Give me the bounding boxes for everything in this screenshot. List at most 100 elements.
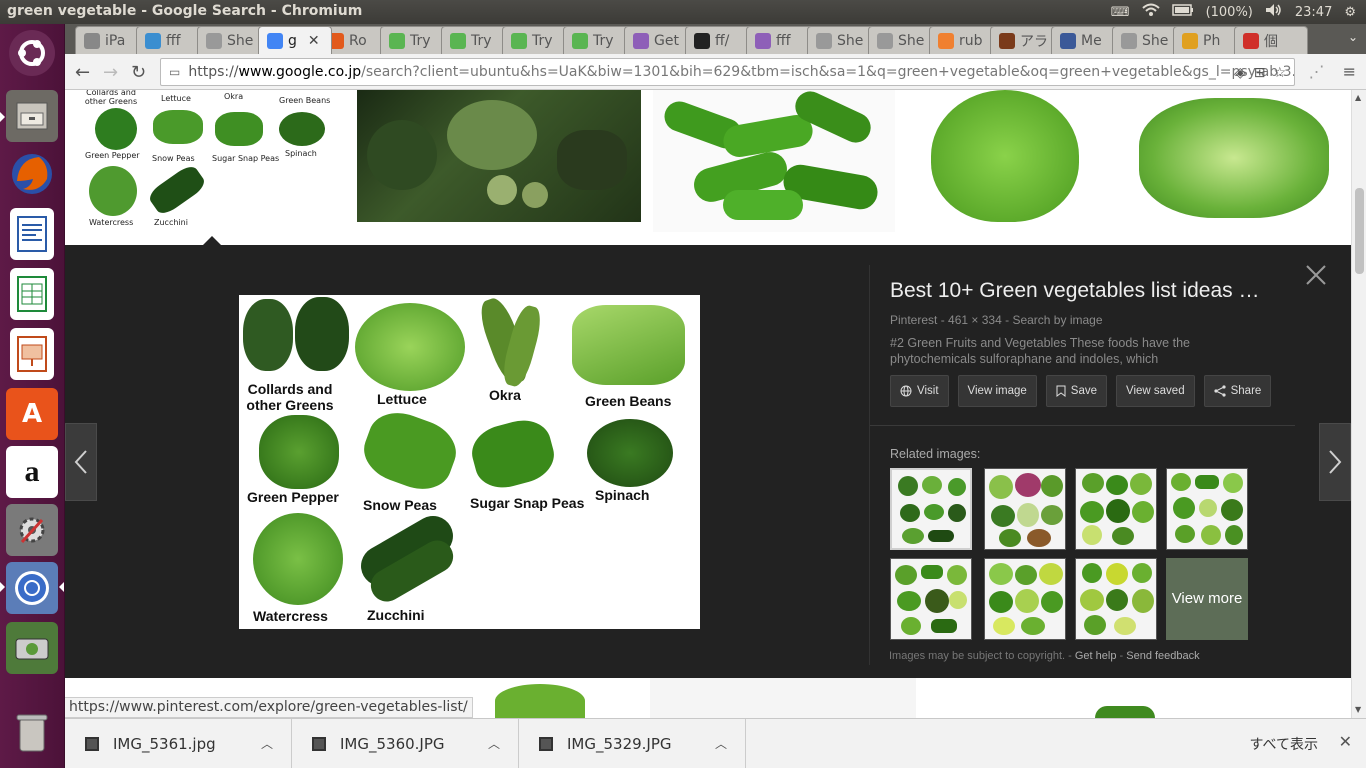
tab-favicon-icon xyxy=(1060,32,1076,49)
amazon-icon[interactable]: a xyxy=(6,446,58,498)
toolbar-right: ⋰ ≡ xyxy=(1309,62,1356,81)
result-thumbnail-broccoli[interactable] xyxy=(357,90,641,222)
related-image[interactable] xyxy=(1166,468,1248,550)
download-item[interactable]: IMG_5361.jpg ︿ xyxy=(65,719,292,768)
image-title[interactable]: Best 10+ Green vegetables list ideas … xyxy=(890,279,1285,303)
label-green-pepper: Green Pepper xyxy=(247,489,339,505)
thumb-label: Snow Peas xyxy=(152,154,195,163)
view-more-button[interactable]: View more xyxy=(1166,558,1248,640)
thumb-label: Okra xyxy=(224,92,244,101)
close-preview-icon[interactable] xyxy=(1305,263,1327,293)
clock[interactable]: 23:47 xyxy=(1295,5,1332,20)
label-spinach: Spinach xyxy=(595,487,650,503)
bookmark-icon xyxy=(1056,385,1066,397)
page-scrollbar[interactable]: ▲ ▼ xyxy=(1351,90,1366,718)
save-button[interactable]: Save xyxy=(1045,375,1107,407)
search-by-image-link[interactable]: Search by image xyxy=(1012,313,1102,327)
back-icon[interactable]: ← xyxy=(75,62,90,83)
system-settings-icon[interactable] xyxy=(6,504,58,556)
next-image-button[interactable] xyxy=(1319,423,1351,501)
tab-close-icon[interactable]: ✕ xyxy=(308,33,320,49)
view-image-button[interactable]: View image xyxy=(957,375,1037,407)
related-images-label: Related images: xyxy=(890,447,981,461)
ubuntu-dash-icon[interactable] xyxy=(9,30,55,76)
tab-favicon-icon xyxy=(1243,32,1259,49)
scroll-thumb[interactable] xyxy=(1355,188,1364,274)
result-thumbnail[interactable] xyxy=(650,678,916,718)
tab-favicon-icon xyxy=(816,32,832,49)
result-thumbnail-selected[interactable]: Collards and other Greens Lettuce Okra G… xyxy=(83,90,339,230)
tab-favicon-icon xyxy=(999,32,1015,49)
volume-icon[interactable] xyxy=(1265,3,1283,21)
address-bar[interactable]: ▭ https://www.google.co.jp/search?client… xyxy=(160,58,1295,86)
view-saved-button[interactable]: View saved xyxy=(1116,375,1195,407)
software-center-icon[interactable]: A xyxy=(6,388,58,440)
trash-icon[interactable] xyxy=(6,706,58,758)
location-icon[interactable]: ◈ xyxy=(1235,65,1246,81)
browser-tab[interactable]: 個 xyxy=(1234,26,1308,54)
scroll-down-icon[interactable]: ▼ xyxy=(1355,705,1361,714)
visit-button[interactable]: Visit xyxy=(890,375,949,407)
result-thumbnail-cucumbers[interactable] xyxy=(653,90,895,232)
tab-favicon-icon xyxy=(694,32,710,49)
omnibox-icons: ◈ ⊞ ☆ xyxy=(1235,65,1286,81)
battery-icon[interactable] xyxy=(1171,4,1194,20)
share-button[interactable]: Share xyxy=(1203,375,1272,407)
session-gear-icon[interactable]: ⚙ xyxy=(1344,5,1356,20)
related-image[interactable] xyxy=(1075,558,1157,640)
window-controls[interactable]: ⌄ xyxy=(1348,30,1358,44)
translate-icon[interactable]: ⊞ xyxy=(1254,65,1266,81)
files-icon[interactable] xyxy=(6,90,58,142)
chevron-up-icon[interactable]: ︿ xyxy=(715,735,727,752)
libreoffice-impress-icon[interactable] xyxy=(10,328,54,380)
download-item[interactable]: IMG_5360.JPG ︿ xyxy=(292,719,519,768)
result-thumbnail[interactable] xyxy=(495,684,585,718)
related-image[interactable] xyxy=(1075,468,1157,550)
related-image[interactable] xyxy=(890,558,972,640)
download-filename: IMG_5329.JPG xyxy=(567,735,672,753)
prev-image-button[interactable] xyxy=(65,423,97,501)
send-feedback-link[interactable]: Send feedback xyxy=(1126,650,1199,662)
disk-usage-icon[interactable] xyxy=(6,622,58,674)
chevron-up-icon[interactable]: ︿ xyxy=(261,735,273,752)
chromium-icon[interactable] xyxy=(6,562,58,614)
related-image[interactable] xyxy=(984,558,1066,640)
download-item[interactable]: IMG_5329.JPG ︿ xyxy=(519,719,746,768)
sugarsnap-thumb xyxy=(215,112,263,146)
close-download-bar-icon[interactable]: ✕ xyxy=(1339,732,1352,751)
related-image[interactable] xyxy=(984,468,1066,550)
snowpeas-thumb xyxy=(153,110,203,144)
tab-strip: ⌄ iPa fff She g ✕ Ro Try Try Try Try Get ff/fff She S… xyxy=(65,24,1366,54)
libreoffice-writer-icon[interactable] xyxy=(10,208,54,260)
view-image-label: View image xyxy=(967,385,1027,397)
result-thumbnail-lettuce[interactable] xyxy=(927,90,1082,225)
preview-image[interactable]: Collards and other Greens Lettuce Okra G… xyxy=(239,294,700,629)
tab-active[interactable]: g ✕ xyxy=(258,26,332,54)
tab-label: ff/ xyxy=(715,32,730,49)
chevron-up-icon[interactable]: ︿ xyxy=(488,735,500,752)
menu-icon[interactable]: ≡ xyxy=(1343,62,1356,81)
page-info-icon[interactable]: ▭ xyxy=(169,65,180,79)
forward-icon[interactable]: → xyxy=(103,62,118,83)
reload-icon[interactable]: ↻ xyxy=(131,62,146,83)
wifi-icon[interactable] xyxy=(1141,3,1160,21)
files-running-indicator xyxy=(0,112,5,122)
result-thumbnail-romaine[interactable] xyxy=(1129,90,1339,235)
firefox-icon[interactable] xyxy=(6,148,58,200)
related-image[interactable] xyxy=(890,468,972,550)
show-all-downloads-link[interactable]: すべて表示 xyxy=(1250,734,1318,754)
extension-icon[interactable]: ⋰ xyxy=(1309,62,1325,81)
bookmark-star-icon[interactable]: ☆ xyxy=(1273,65,1286,81)
tab-label: She xyxy=(898,32,925,49)
get-help-link[interactable]: Get help xyxy=(1075,650,1117,662)
thumb-label: Collards and other Greens xyxy=(84,90,138,106)
download-filename: IMG_5360.JPG xyxy=(340,735,445,753)
result-thumbnail[interactable] xyxy=(1095,706,1155,718)
source-site[interactable]: Pinterest xyxy=(890,313,937,327)
image-results-row: Collards and other Greens Lettuce Okra G… xyxy=(65,90,1351,245)
save-label: Save xyxy=(1070,385,1097,397)
scroll-up-icon[interactable]: ▲ xyxy=(1355,93,1361,102)
libreoffice-calc-icon[interactable] xyxy=(10,268,54,320)
tab-label: Try xyxy=(471,32,492,49)
keyboard-icon[interactable]: ⌨ xyxy=(1111,5,1130,20)
